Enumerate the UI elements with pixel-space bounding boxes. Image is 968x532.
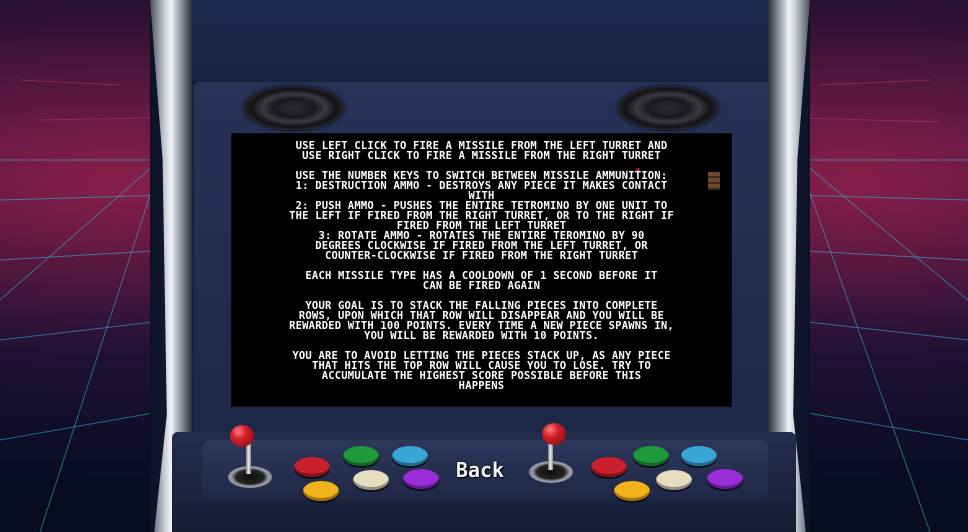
left-speaker [244,86,344,130]
left-yellow-button [303,481,339,501]
instructions-paragraph-lose: You are to avoid letting the pieces stac… [292,350,671,392]
instructions-paragraph-cooldown: Each missile type has a cooldown of 1 se… [305,270,658,292]
left-red-button [294,457,330,477]
left-cream-button [353,470,389,490]
right-cream-button [656,470,692,490]
instructions-paragraph-goal: Your goal is to stack the falling pieces… [289,300,674,342]
instructions-paragraph-fire: Use left click to fire a missile from th… [295,140,668,162]
left-joystick-ball [230,425,254,447]
right-red-button [591,457,627,477]
right-speaker [618,86,718,130]
right-blue-button [681,446,717,466]
left-purple-button [403,469,439,489]
back-button[interactable]: Back [447,456,513,484]
game-screen: Use left click to fire a missile from th… [231,133,732,407]
cabinet-marquee [188,0,780,84]
instructions-paragraph-ammo: Use the number keys to switch between mi… [289,170,674,262]
left-blue-button [392,446,428,466]
right-purple-button [707,469,743,489]
left-green-button [343,446,379,466]
instructions-text: Use left click to fire a missile from th… [232,141,731,401]
right-joystick-ball [542,423,566,445]
right-yellow-button [614,481,650,501]
right-green-button [633,446,669,466]
